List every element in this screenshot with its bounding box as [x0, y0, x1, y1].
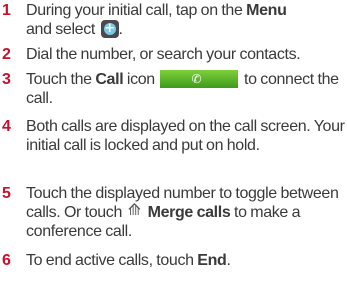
step-number: 5	[2, 185, 11, 202]
call-button-icon: ✆	[160, 70, 239, 88]
menu-label: Menu	[246, 2, 287, 19]
phone-icon: ✆	[191, 72, 202, 86]
step-text: Touch the Call icon ✆ to connect the cal…	[26, 70, 339, 107]
step-number: 1	[2, 2, 11, 19]
step-number: 4	[2, 118, 11, 135]
call-label: Call	[95, 71, 124, 88]
step-4: 4 Both calls are displayed on the call s…	[0, 117, 345, 155]
end-label: End	[197, 252, 227, 269]
step-text: During your initial call, tap on the Men…	[26, 1, 345, 39]
step-1: 1 During your initial call, tap on the M…	[0, 1, 345, 39]
merge-calls-icon: ⟰	[127, 200, 141, 219]
step-number: 2	[2, 46, 11, 63]
step-number: 6	[2, 252, 11, 269]
step-number: 3	[2, 71, 11, 88]
step-text: Dial the number, or search your contacts…	[26, 46, 301, 63]
instruction-page: 1 During your initial call, tap on the M…	[0, 0, 347, 299]
step-text: Both calls are displayed on the call scr…	[26, 118, 345, 154]
merge-calls-label: Merge calls	[147, 204, 231, 221]
step-2: 2 Dial the number, or search your contac…	[0, 45, 345, 64]
step-text: Touch the displayed number to toggle bet…	[26, 185, 339, 240]
add-call-icon	[100, 19, 119, 38]
step-text: To end active calls, touch End.	[26, 252, 231, 269]
step-5: 5 Touch the displayed number to toggle b…	[0, 184, 345, 241]
step-6: 6 To end active calls, touch End.	[0, 251, 345, 270]
step-3: 3 Touch the Call icon ✆ to connect the c…	[0, 70, 345, 108]
